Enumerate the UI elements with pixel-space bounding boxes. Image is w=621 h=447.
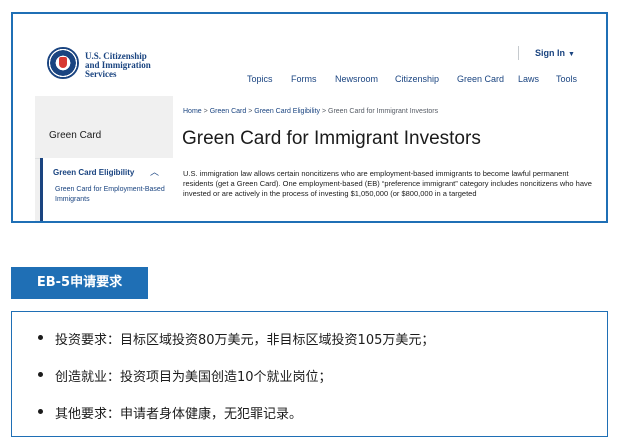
- intro-paragraph: U.S. immigration law allows certain nonc…: [183, 169, 592, 198]
- breadcrumb-green-card[interactable]: Green Card: [210, 108, 247, 115]
- uscis-page-screenshot: U.S. Citizenship and Immigration Service…: [11, 12, 608, 223]
- sign-in-label: Sign In: [535, 48, 565, 58]
- requirement-other: 其他要求：申请者身体健康，无犯罪记录。: [38, 403, 302, 422]
- bullet-icon: [38, 409, 43, 414]
- requirement-text: 其他要求：申请者身体健康，无犯罪记录。: [55, 407, 303, 422]
- nav-green-card[interactable]: Green Card: [457, 74, 504, 84]
- sidebar-title[interactable]: Green Card: [49, 130, 101, 141]
- breadcrumb-separator: >: [321, 108, 327, 115]
- bullet-icon: [38, 372, 43, 377]
- caret-down-icon: ▼: [568, 51, 575, 58]
- requirements-box: 投资要求：目标区域投资80万美元，非目标区域投资105万美元； 创造就业：投资项…: [11, 311, 608, 437]
- requirement-text: 投资要求：目标区域投资80万美元，非目标区域投资105万美元；: [55, 333, 435, 348]
- bullet-icon: [38, 335, 43, 340]
- breadcrumb-current: Green Card for Immigrant Investors: [328, 108, 439, 115]
- nav-newsroom[interactable]: Newsroom: [335, 74, 378, 84]
- breadcrumb: Home > Green Card > Green Card Eligibili…: [183, 108, 438, 115]
- requirement-jobs: 创造就业：投资项目为美国创造10个就业岗位；: [38, 366, 332, 385]
- nav-topics[interactable]: Topics: [247, 74, 273, 84]
- section-heading: EB-5申请要求: [11, 267, 148, 299]
- sidebar-section-label: Green Card Eligibility: [53, 168, 135, 177]
- page-title: Green Card for Immigrant Investors: [182, 128, 481, 149]
- breadcrumb-eligibility[interactable]: Green Card Eligibility: [254, 108, 320, 115]
- sidebar: Green Card Green Card Eligibility ︿ Gree…: [35, 96, 173, 221]
- nav-citizenship[interactable]: Citizenship: [395, 74, 439, 84]
- site-header: U.S. Citizenship and Immigration Service…: [13, 14, 606, 98]
- nav-laws[interactable]: Laws: [518, 74, 539, 84]
- requirement-investment: 投资要求：目标区域投资80万美元，非目标区域投资105万美元；: [38, 329, 434, 348]
- sidebar-section-eligibility[interactable]: Green Card Eligibility ︿ Green Card for …: [40, 158, 173, 221]
- sign-in-menu[interactable]: Sign In ▼: [518, 46, 575, 60]
- breadcrumb-separator: >: [248, 108, 253, 115]
- sidebar-item-employment-based[interactable]: Green Card for Employment-Based Immigran…: [55, 185, 167, 205]
- nav-tools[interactable]: Tools: [556, 74, 577, 84]
- chevron-up-icon[interactable]: ︿: [150, 165, 159, 178]
- nav-forms[interactable]: Forms: [291, 74, 317, 84]
- requirement-text: 创造就业：投资项目为美国创造10个就业岗位；: [55, 370, 332, 385]
- breadcrumb-separator: >: [203, 108, 208, 115]
- main-nav: Topics Forms Newsroom Citizenship Green …: [13, 74, 606, 88]
- breadcrumb-home[interactable]: Home: [183, 108, 202, 115]
